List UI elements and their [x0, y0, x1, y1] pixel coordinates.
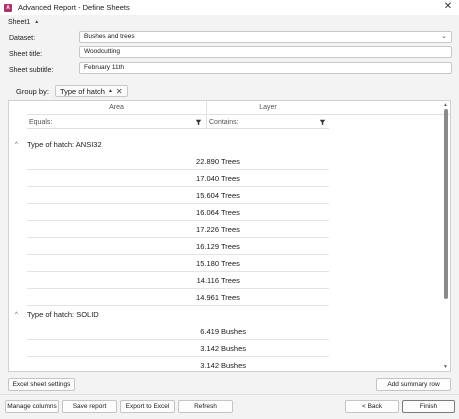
cell-area: 3.142: [200, 344, 219, 353]
tab-label: Sheet1: [8, 18, 31, 26]
table-row[interactable]: 3.142 Bushes: [27, 340, 329, 357]
column-header-empty: [329, 101, 450, 115]
cell-area: 22.890: [196, 157, 219, 166]
report-grid: Area Layer Equals: Contains: ^ Type of ha…: [8, 100, 451, 372]
sheet-title-label: Sheet title:: [9, 51, 43, 58]
table-row[interactable]: 3.142 Bushes: [27, 357, 329, 371]
column-header-layer[interactable]: Layer: [207, 101, 329, 115]
cell-layer: Trees: [221, 225, 240, 234]
filter-icon[interactable]: [319, 119, 326, 126]
table-row[interactable]: 15.604 Trees: [27, 187, 329, 204]
cell-area: 14.961: [196, 293, 219, 302]
cell-layer: Bushes: [221, 344, 247, 353]
save-report-button[interactable]: Save report: [62, 400, 117, 413]
cell-area: 17.226: [196, 225, 219, 234]
cell-area: 17.040: [196, 174, 219, 183]
excel-sheet-settings-button[interactable]: Excel sheet settings: [8, 378, 75, 391]
chevron-down-icon: ⌄: [441, 33, 447, 40]
table-row[interactable]: 17.040 Trees: [27, 170, 329, 187]
dataset-value: Bushes and trees: [84, 33, 135, 40]
filter-layer[interactable]: Contains:: [207, 116, 329, 129]
sheet-subtitle-value: February 11th: [84, 64, 124, 71]
cell-area: 6.419: [200, 327, 219, 336]
dataset-label: Dataset:: [9, 35, 36, 42]
sheet-title-input[interactable]: Woodcutting: [79, 46, 452, 58]
cell-layer: Trees: [221, 242, 240, 251]
cell-layer: Trees: [221, 276, 240, 285]
filter-layer-label: Contains:: [209, 119, 239, 126]
group-title: Type of hatch: SOLID: [27, 310, 99, 319]
cell-area: 16.129: [196, 242, 219, 251]
cell-layer: Trees: [221, 174, 240, 183]
filter-area-label: Equals:: [29, 119, 53, 126]
finish-button[interactable]: Finish: [402, 400, 455, 413]
cell-area: 15.604: [196, 191, 219, 200]
cell-layer: Trees: [221, 208, 240, 217]
scroll-up-icon[interactable]: ▲: [443, 102, 448, 108]
table-row[interactable]: 6.419 Bushes: [27, 323, 329, 340]
table-row[interactable]: 14.116 Trees: [27, 272, 329, 289]
scroll-down-icon[interactable]: ▼: [443, 364, 448, 370]
cell-layer: Trees: [221, 259, 240, 268]
cell-layer: Bushes: [221, 361, 247, 370]
sheet-subtitle-input[interactable]: February 11th: [79, 62, 452, 74]
dataset-select[interactable]: Bushes and trees ⌄: [79, 31, 452, 43]
column-header-area[interactable]: Area: [27, 101, 207, 115]
refresh-button[interactable]: Refresh: [178, 400, 233, 413]
caret-up-icon: ▲: [34, 19, 40, 25]
cell-layer: Bushes: [221, 327, 247, 336]
remove-group-icon[interactable]: ✕: [116, 87, 123, 96]
collapse-icon[interactable]: ^: [15, 307, 18, 323]
export-to-excel-button[interactable]: Export to Excel: [120, 400, 175, 413]
cell-area: 14.116: [196, 276, 219, 285]
vertical-scrollbar[interactable]: [444, 109, 448, 299]
window-title: Advanced Report - Define Sheets: [18, 3, 130, 12]
sheet-subtitle-label: Sheet subtitle:: [9, 67, 54, 74]
tab-sheet1[interactable]: Sheet1 ▲: [8, 19, 39, 26]
table-row[interactable]: 15.180 Trees: [27, 255, 329, 272]
manage-columns-button[interactable]: Manage columns: [5, 400, 59, 413]
cell-area: 15.180: [196, 259, 219, 268]
filter-area[interactable]: Equals:: [27, 116, 207, 129]
title-bar: A Advanced Report - Define Sheets ✕: [0, 0, 459, 15]
group-by-label: Group by:: [16, 86, 49, 96]
divider: [0, 394, 459, 395]
cell-layer: Trees: [221, 191, 240, 200]
cell-area: 16.064: [196, 208, 219, 217]
cell-layer: Trees: [221, 157, 240, 166]
group-header[interactable]: ^ Type of hatch: SOLID: [9, 307, 329, 323]
filter-icon[interactable]: [195, 119, 202, 126]
table-row[interactable]: 16.129 Trees: [27, 238, 329, 255]
table-row[interactable]: 16.064 Trees: [27, 204, 329, 221]
table-row[interactable]: 22.890 Trees: [27, 153, 329, 170]
collapse-icon[interactable]: ^: [15, 137, 18, 153]
group-header[interactable]: ^ Type of hatch: ANSI32: [9, 137, 329, 153]
group-chip-label: Type of hatch: [59, 86, 105, 96]
back-button[interactable]: < Back: [345, 400, 399, 413]
group-by-row: Group by: Type of hatch ▲ ✕: [16, 84, 128, 98]
group-by-chip[interactable]: Type of hatch ▲ ✕: [54, 85, 128, 97]
sort-ascending-icon[interactable]: ▲: [108, 88, 113, 94]
sheet-tab-strip: Sheet1 ▲: [0, 15, 459, 29]
app-logo-icon: A: [4, 3, 12, 12]
add-summary-row-button[interactable]: Add summary row: [376, 378, 451, 391]
cell-area: 3.142: [200, 361, 219, 370]
close-icon[interactable]: ✕: [443, 2, 453, 12]
cell-layer: Trees: [221, 293, 240, 302]
table-row[interactable]: 17.226 Trees: [27, 221, 329, 238]
sheet-title-value: Woodcutting: [84, 48, 121, 55]
table-row[interactable]: 14.961 Trees: [27, 289, 329, 306]
group-title: Type of hatch: ANSI32: [27, 140, 102, 149]
